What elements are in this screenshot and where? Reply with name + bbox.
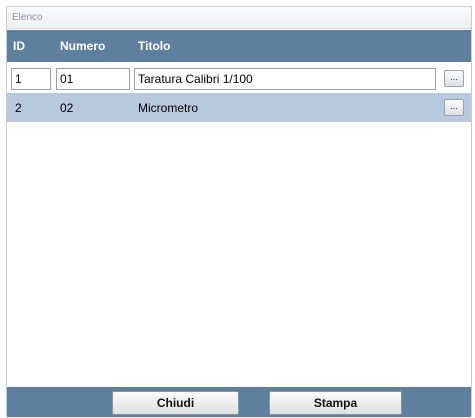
footer-bar: Chiudi Stampa: [7, 387, 471, 417]
row-details-button[interactable]: ...: [444, 70, 464, 87]
header-numero: Numero: [60, 39, 106, 53]
header-id: ID: [13, 39, 25, 53]
id-cell: 2: [15, 101, 22, 115]
row-details-button[interactable]: ...: [444, 99, 464, 116]
numero-cell: 02: [60, 101, 74, 115]
table-row-selected[interactable]: 2 02 Micrometro ...: [7, 93, 471, 122]
table-row[interactable]: 1 01 Taratura Calibri 1/100 ...: [7, 64, 471, 93]
table-header: ID Numero Titolo: [7, 30, 471, 62]
header-titolo: Titolo: [138, 39, 171, 53]
numero-field[interactable]: 01: [56, 68, 130, 90]
close-button[interactable]: Chiudi: [112, 391, 239, 415]
elenco-window: Elenco ID Numero Titolo 1 01 Taratura Ca…: [6, 6, 472, 417]
id-field[interactable]: 1: [11, 68, 51, 90]
window-title: Elenco: [12, 12, 43, 23]
titolo-cell: Micrometro: [138, 101, 199, 115]
print-button[interactable]: Stampa: [269, 391, 402, 415]
window-titlebar: Elenco: [7, 7, 471, 29]
titolo-field[interactable]: Taratura Calibri 1/100: [134, 68, 436, 90]
table-empty-area: [7, 122, 471, 387]
